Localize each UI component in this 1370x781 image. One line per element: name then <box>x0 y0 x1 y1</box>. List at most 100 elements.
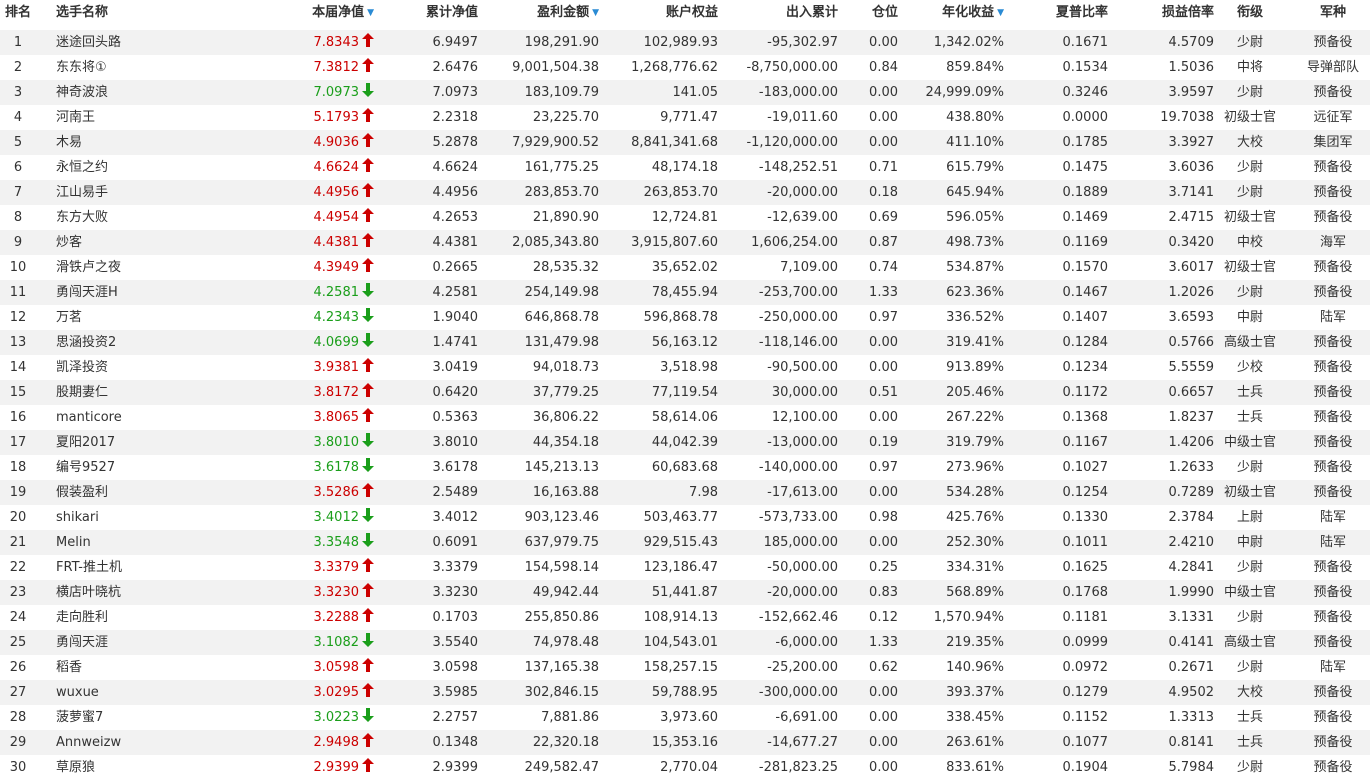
branch-cell: 海军 <box>1319 235 1346 250</box>
header-rank-title[interactable]: 衔级 <box>1220 0 1280 30</box>
branch-cell: 预备役 <box>1313 435 1353 450</box>
player-name-link[interactable]: 滑铁卢之夜 <box>56 255 226 280</box>
sort-caret-icon[interactable]: ▼ <box>592 0 599 26</box>
sort-caret-icon[interactable]: ▼ <box>367 0 374 26</box>
player-name-link[interactable]: Annweizw <box>56 730 226 755</box>
table-row: 24 走向胜利 3.2288 0.1703 255,850.86 108,914.13 -1… <box>0 605 1370 630</box>
player-name-link[interactable]: 东东将① <box>56 55 226 80</box>
player-name-link[interactable]: 神奇波浪 <box>56 80 226 105</box>
arrow-up-icon <box>362 108 374 122</box>
branch-cell: 预备役 <box>1313 735 1353 750</box>
player-name-link[interactable]: 菠萝蜜7 <box>56 705 226 730</box>
flow-cell: -20,000.00 <box>767 185 838 200</box>
header-profit[interactable]: 盈利金额 ▼ <box>480 0 599 30</box>
player-name-link[interactable]: 假装盈利 <box>56 480 226 505</box>
player-name-link[interactable]: 勇闯天涯H <box>56 280 226 305</box>
flow-cell: -50,000.00 <box>767 560 838 575</box>
player-name-link[interactable]: 股期妻仁 <box>56 380 226 405</box>
position-cell: 0.51 <box>869 385 898 400</box>
position-cell: 0.00 <box>869 485 898 500</box>
player-name-link[interactable]: 万茗 <box>56 305 226 330</box>
arrow-up-icon <box>362 233 374 247</box>
player-name-link[interactable]: 永恒之约 <box>56 155 226 180</box>
branch-cell: 预备役 <box>1313 560 1353 575</box>
rank-cell: 21 <box>9 535 27 550</box>
player-name-link[interactable]: 河南王 <box>56 105 226 130</box>
player-name-link[interactable]: 草原狼 <box>56 755 226 780</box>
rank-title-cell: 初级士官 <box>1223 210 1276 225</box>
profit-cell: 145,213.13 <box>524 460 599 475</box>
cum-nav-cell: 3.6178 <box>432 460 479 475</box>
current-nav-cell: 3.1082 <box>280 630 374 655</box>
nav-value: 3.3379 <box>313 560 360 575</box>
header-rank[interactable]: 排名 <box>0 0 36 30</box>
nav-value: 5.1793 <box>313 110 360 125</box>
player-name-link[interactable]: 迷途回头路 <box>56 30 226 55</box>
cum-nav-cell: 3.0419 <box>432 360 479 375</box>
rank-cell: 11 <box>9 285 27 300</box>
player-name-link[interactable]: wuxue <box>56 680 226 705</box>
sharpe-cell: 0.1467 <box>1062 285 1109 300</box>
player-name-link[interactable]: 稻香 <box>56 655 226 680</box>
player-name-link[interactable]: 夏阳2017 <box>56 430 226 455</box>
annual-return-cell: 596.05% <box>946 210 1004 225</box>
player-name-link[interactable]: 编号9527 <box>56 455 226 480</box>
player-name-link[interactable]: 凯泽投资 <box>56 355 226 380</box>
flow-cell: -90,500.00 <box>767 360 838 375</box>
current-nav-cell: 4.0699 <box>280 330 374 355</box>
current-nav-cell: 3.8010 <box>280 430 374 455</box>
flow-cell: -573,733.00 <box>758 510 838 525</box>
header-name[interactable]: 选手名称 <box>56 0 206 30</box>
player-name-link[interactable]: 思涵投资2 <box>56 330 226 355</box>
position-cell: 1.33 <box>869 635 898 650</box>
profit-cell: 44,354.18 <box>532 435 599 450</box>
header-position[interactable]: 仓位 <box>840 0 898 30</box>
branch-cell: 预备役 <box>1313 85 1353 100</box>
header-pl-ratio[interactable]: 损益倍率 <box>1110 0 1214 30</box>
player-name-link[interactable]: 横店叶晓杭 <box>56 580 226 605</box>
profit-cell: 16,163.88 <box>532 485 599 500</box>
header-sharpe[interactable]: 夏普比率 <box>1010 0 1108 30</box>
player-name-link[interactable]: manticore <box>56 405 226 430</box>
annual-return-cell: 411.10% <box>946 135 1004 150</box>
pl-ratio-cell: 2.4210 <box>1168 535 1215 550</box>
player-name-link[interactable]: 走向胜利 <box>56 605 226 630</box>
sort-caret-icon[interactable]: ▼ <box>997 0 1004 26</box>
flow-cell: -183,000.00 <box>758 85 838 100</box>
header-cum-nav[interactable]: 累计净值 <box>380 0 478 30</box>
table-row: 25 勇闯天涯 3.1082 3.5540 74,978.48 104,543.01 -6,… <box>0 630 1370 655</box>
player-name-link[interactable]: 江山易手 <box>56 180 226 205</box>
header-nav[interactable]: 本届净值 ▼ <box>280 0 374 30</box>
nav-value: 4.9036 <box>313 135 360 150</box>
nav-value: 3.2288 <box>313 610 360 625</box>
nav-value: 4.2581 <box>313 285 360 300</box>
player-name-link[interactable]: 炒客 <box>56 230 226 255</box>
player-name-link[interactable]: FRT-推土机 <box>56 555 226 580</box>
player-name-link[interactable]: shikari <box>56 505 226 530</box>
arrow-up-icon <box>362 208 374 222</box>
table-row: 11 勇闯天涯H 4.2581 4.2581 254,149.98 78,455.94 -2… <box>0 280 1370 305</box>
arrow-up-icon <box>362 158 374 172</box>
rank-title-cell: 少尉 <box>1236 760 1263 775</box>
profit-cell: 137,165.38 <box>524 660 599 675</box>
header-equity[interactable]: 账户权益 <box>600 0 718 30</box>
player-name-link[interactable]: 木易 <box>56 130 226 155</box>
pl-ratio-cell: 4.5709 <box>1168 35 1215 50</box>
position-cell: 0.12 <box>869 610 898 625</box>
position-cell: 0.74 <box>869 260 898 275</box>
header-branch[interactable]: 军种 <box>1300 0 1366 30</box>
profit-cell: 161,775.25 <box>524 160 599 175</box>
header-flow[interactable]: 出入累计 <box>720 0 838 30</box>
table-row: 30 草原狼 2.9399 2.9399 249,582.47 2,770.04 -281,… <box>0 755 1370 780</box>
table-row: 2 东东将① 7.3812 2.6476 9,001,504.38 1,268,776.6… <box>0 55 1370 80</box>
player-name-link[interactable]: 勇闯天涯 <box>56 630 226 655</box>
rank-title-cell: 上尉 <box>1236 510 1263 525</box>
header-annual[interactable]: 年化收益 ▼ <box>900 0 1004 30</box>
player-name-link[interactable]: Melin <box>56 530 226 555</box>
sharpe-cell: 0.1625 <box>1062 560 1109 575</box>
position-cell: 0.97 <box>869 310 898 325</box>
table-row: 3 神奇波浪 7.0973 7.0973 183,109.79 141.05 -183,00… <box>0 80 1370 105</box>
player-name-link[interactable]: 东方大败 <box>56 205 226 230</box>
rank-cell: 27 <box>9 685 27 700</box>
arrow-down-icon <box>362 533 374 547</box>
